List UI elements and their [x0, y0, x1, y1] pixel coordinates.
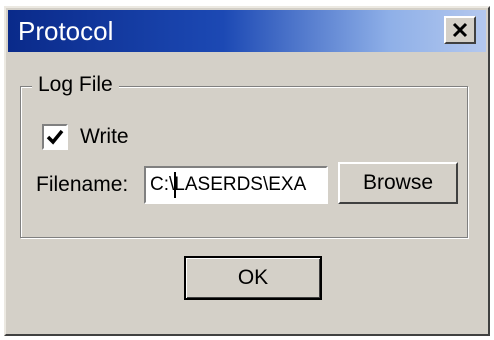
- text-caret: [174, 172, 176, 198]
- window-title: Protocol: [18, 16, 114, 46]
- write-label[interactable]: Write: [80, 124, 129, 150]
- filename-input[interactable]: C:\LASERDS\EXA: [144, 166, 328, 204]
- close-button[interactable]: [444, 16, 476, 44]
- write-checkbox[interactable]: [42, 124, 68, 150]
- close-icon: [452, 22, 468, 38]
- checkmark-icon: [46, 129, 64, 145]
- title-bar[interactable]: Protocol: [8, 10, 486, 52]
- ok-button[interactable]: OK: [184, 256, 322, 300]
- log-file-group-label: Log File: [32, 72, 119, 98]
- browse-button[interactable]: Browse: [338, 162, 458, 204]
- filename-label: Filename:: [36, 173, 129, 196]
